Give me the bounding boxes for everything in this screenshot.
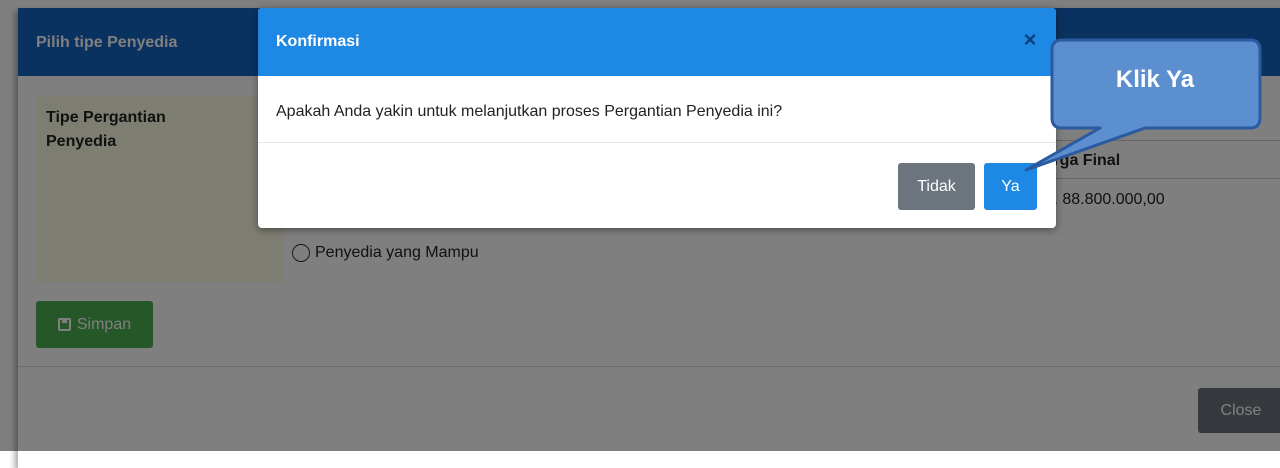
dialog-message: Apakah Anda yakin untuk melanjutkan pros… [276,103,783,120]
callout-text: Klik Ya [1115,66,1195,93]
ya-label: Ya [1001,177,1020,195]
dialog-header: Konfirmasi × [258,8,1056,76]
tidak-button[interactable]: Tidak [898,163,975,210]
close-icon[interactable]: × [1018,28,1042,52]
dialog-footer-divider [258,142,1056,143]
dialog-title: Konfirmasi [276,33,360,50]
tidak-label: Tidak [917,177,956,195]
ya-button[interactable]: Ya [984,163,1037,210]
confirmation-dialog: Konfirmasi × Apakah Anda yakin untuk mel… [258,8,1056,228]
